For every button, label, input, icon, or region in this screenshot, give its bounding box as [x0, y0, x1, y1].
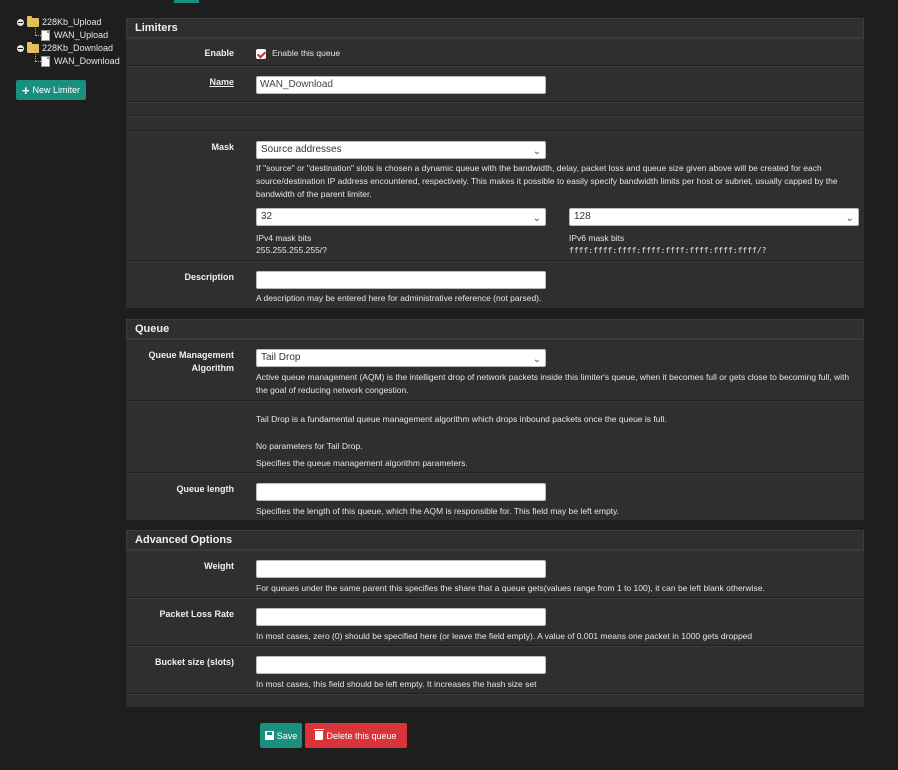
packet-loss-input[interactable]: [256, 608, 546, 626]
qma-info-row: Tail Drop is a fundamental queue managem…: [126, 401, 864, 473]
document-icon: [41, 30, 50, 41]
advanced-panel: Advanced Options Weight For queues under…: [126, 530, 864, 708]
tree-node-wan-download[interactable]: WAN_Download: [16, 49, 122, 68]
ipv6-mask-select[interactable]: 128 ⌄: [569, 208, 859, 226]
mask-help: If "source" or "destination" slots is ch…: [256, 163, 838, 199]
name-row: Name WAN_Download: [126, 66, 864, 102]
ipv6-mask-hint: ffff:ffff:ffff:ffff:ffff:ffff:ffff:ffff/…: [569, 246, 767, 255]
name-label: Name: [209, 77, 234, 87]
document-icon: [41, 56, 50, 67]
active-tab-indicator: [174, 0, 199, 3]
folder-icon: [27, 16, 39, 27]
collapse-toggle-icon[interactable]: [17, 19, 24, 26]
description-label: Description: [184, 272, 234, 282]
limiters-panel: Limiters Enable Enable this queue Name W…: [126, 18, 864, 309]
save-button[interactable]: Save: [260, 723, 302, 748]
delete-queue-button[interactable]: Delete this queue: [305, 723, 407, 748]
panel-title: Queue: [126, 319, 864, 339]
tree-node-label: WAN_Upload: [54, 30, 109, 40]
mask-label: Mask: [211, 142, 234, 152]
queue-length-row: Queue length Specifies the length of thi…: [126, 473, 864, 521]
weight-input[interactable]: [256, 560, 546, 578]
bucket-size-label: Bucket size (slots): [154, 657, 234, 667]
tree-node-label: 228Kb_Upload: [42, 17, 102, 27]
save-icon: [264, 731, 274, 740]
queue-panel: Queue Queue Management Algorithm Tail Dro…: [126, 319, 864, 521]
chevron-down-icon: ⌄: [532, 213, 541, 224]
weight-row: Weight For queues under the same parent …: [126, 550, 864, 598]
ipv4-mask-hint: 255.255.255.255/?: [256, 245, 327, 255]
description-input[interactable]: [256, 271, 546, 289]
weight-help: For queues under the same parent this sp…: [256, 583, 765, 593]
queue-length-label: Queue length: [176, 484, 234, 494]
qma-help: Active queue management (AQM) is the int…: [256, 372, 850, 395]
bucket-size-input[interactable]: [256, 656, 546, 674]
qma-info-3: Specifies the queue management algorithm…: [256, 458, 468, 468]
queue-length-help: Specifies the length of this queue, whic…: [256, 506, 620, 516]
chevron-down-icon: ⌄: [532, 354, 541, 365]
bucket-size-help: In most cases, this field should be left…: [256, 679, 537, 689]
packet-loss-help: In most cases, zero (0) should be specif…: [256, 631, 753, 641]
tree-node-228kb-upload[interactable]: 228Kb_Upload: [16, 16, 122, 29]
mask-row: Mask Source addresses ⌄ If "source" or "…: [126, 131, 864, 261]
tree-node-228kb-download[interactable]: 228Kb_Download: [16, 42, 122, 55]
qma-info-1: Tail Drop is a fundamental queue managem…: [256, 414, 667, 424]
limiter-tree: 228Kb_Upload WAN_Upload 228Kb_Download W…: [16, 16, 122, 68]
description-row: Description A description may be entered…: [126, 261, 864, 309]
plus-icon: +: [21, 82, 30, 98]
weight-label: Weight: [204, 561, 234, 571]
ipv4-mask-select[interactable]: 32 ⌄: [256, 208, 546, 226]
collapse-toggle-icon[interactable]: [17, 45, 24, 52]
enable-text: Enable this queue: [272, 48, 341, 58]
packet-loss-label: Packet Loss Rate: [159, 609, 234, 619]
trash-icon: [314, 729, 325, 740]
panel-title: Limiters: [126, 18, 864, 38]
queue-length-input[interactable]: [256, 483, 546, 501]
tree-node-label: 228Kb_Download: [42, 43, 114, 53]
spacer-row: [126, 694, 864, 708]
packet-loss-row: Packet Loss Rate In most cases, zero (0)…: [126, 598, 864, 646]
mask-select[interactable]: Source addresses ⌄: [256, 141, 546, 159]
tree-node-label: WAN_Download: [54, 56, 120, 66]
folder-icon: [27, 42, 39, 53]
qma-select[interactable]: Tail Drop ⌄: [256, 349, 546, 367]
qma-label: Queue Management Algorithm: [148, 350, 234, 373]
enable-checkbox[interactable]: [256, 49, 266, 59]
chevron-down-icon: ⌄: [532, 146, 541, 157]
panel-title: Advanced Options: [126, 530, 864, 550]
enable-row: Enable Enable this queue: [126, 38, 864, 66]
description-help: A description may be entered here for ad…: [256, 293, 542, 303]
tree-node-wan-upload[interactable]: WAN_Upload: [16, 23, 122, 42]
bucket-size-row: Bucket size (slots) In most cases, this …: [126, 646, 864, 694]
enable-label: Enable: [204, 48, 234, 58]
chevron-down-icon: ⌄: [845, 213, 854, 224]
new-limiter-button[interactable]: + New Limiter: [16, 80, 86, 100]
spacer-row: [126, 102, 864, 116]
spacer-row: [126, 116, 864, 131]
qma-info-2: No parameters for Tail Drop.: [256, 441, 363, 451]
name-input[interactable]: WAN_Download: [256, 76, 546, 94]
qma-row: Queue Management Algorithm Tail Drop ⌄ Ac…: [126, 339, 864, 401]
